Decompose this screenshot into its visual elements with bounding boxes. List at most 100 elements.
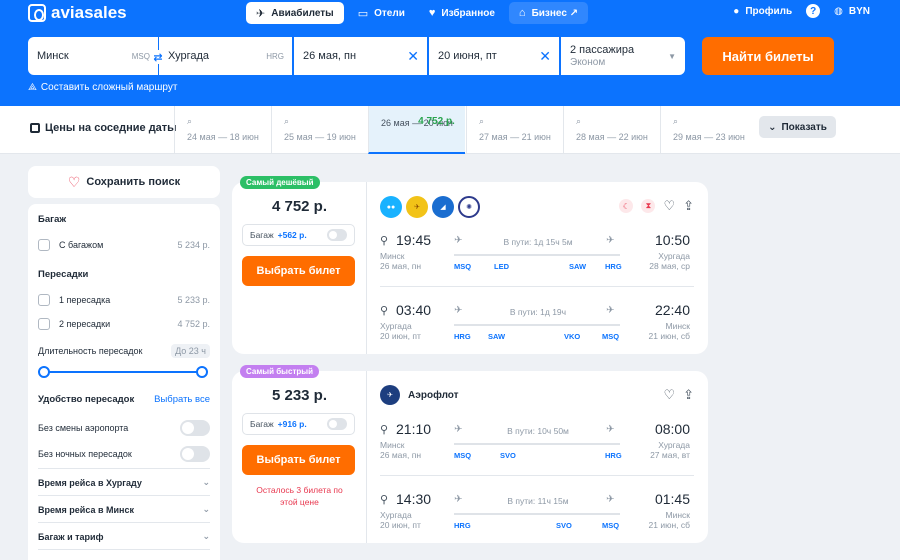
duration-value: До 23 ч bbox=[171, 344, 210, 358]
return-date-field[interactable]: 20 июня, пт ✕ bbox=[429, 37, 559, 75]
calendar-icon bbox=[30, 123, 40, 133]
save-search-button[interactable]: ♡ Сохранить поиск bbox=[28, 166, 220, 198]
chevron-down-icon: ⌄ bbox=[202, 531, 210, 541]
airline-logo: ✈ bbox=[406, 196, 428, 218]
filter-two-transfers[interactable]: 2 пересадки 4 752 р. bbox=[38, 318, 210, 330]
date-option-selected[interactable]: 4 752 р. 26 мая — 20 июн bbox=[368, 106, 465, 154]
aeroflot-logo: ✈ bbox=[380, 385, 400, 405]
ticket-card[interactable]: Самый быстрый 5 233 р. Багаж +916 р. Выб… bbox=[232, 365, 708, 543]
toggle-switch[interactable] bbox=[180, 446, 210, 462]
baggage-toggle[interactable] bbox=[327, 418, 347, 430]
date-option[interactable]: ⌕ 24 мая — 18 июн bbox=[174, 106, 271, 154]
filter-time-to[interactable]: Время рейса в Хургаду ⌄ bbox=[38, 477, 210, 488]
origin-code: MSQ bbox=[131, 52, 150, 61]
top-header: aviasales ✈ Авиабилеты ▭ Отели ♥ Избранн… bbox=[0, 0, 900, 106]
chevron-down-icon: ⌄ bbox=[768, 121, 777, 133]
filter-baggage-tariff[interactable]: Багаж и тариф ⌄ bbox=[38, 531, 210, 542]
plane-icon: ✈ bbox=[256, 7, 266, 20]
ticket-price: 4 752 р. bbox=[271, 198, 328, 215]
divider bbox=[38, 468, 210, 469]
tab-flights[interactable]: ✈ Авиабилеты bbox=[246, 2, 344, 24]
date-option[interactable]: ⌕ 25 мая — 19 июн bbox=[271, 106, 368, 154]
user-nav: ● Профиль ? ◍ BYN bbox=[733, 4, 870, 18]
share-icon[interactable]: ⇪ bbox=[683, 198, 694, 214]
clear-depart-icon[interactable]: ✕ bbox=[407, 48, 419, 65]
takeoff-icon: ✈ bbox=[454, 424, 463, 435]
route-line bbox=[454, 254, 620, 256]
favorite-heart-icon[interactable]: ♡ bbox=[663, 198, 675, 214]
baggage-option[interactable]: Багаж +916 р. bbox=[242, 413, 355, 435]
show-dates-button[interactable]: ⌄ Показать bbox=[759, 116, 836, 138]
airline-logos: ●● ✈ ◢ ✺ bbox=[380, 196, 480, 218]
filter-time-back[interactable]: Время рейса в Минск ⌄ bbox=[38, 504, 210, 515]
duration-slider[interactable] bbox=[38, 366, 208, 378]
pin-icon: ⚲ bbox=[380, 305, 389, 317]
search-icon: ⌕ bbox=[673, 116, 679, 126]
passengers-field[interactable]: 2 пассажира Эконом ▼ bbox=[561, 37, 685, 75]
takeoff-icon: ✈ bbox=[454, 494, 463, 505]
tab-favorites[interactable]: ♥ Избранное bbox=[419, 2, 505, 24]
profile-link[interactable]: ● Профиль bbox=[733, 6, 792, 17]
select-ticket-button[interactable]: Выбрать билет bbox=[242, 256, 355, 286]
seat-icon: ⌂ bbox=[518, 7, 526, 19]
filter-one-transfer[interactable]: 1 пересадка 5 233 р. bbox=[38, 294, 210, 306]
airline-name: Аэрофлот bbox=[408, 389, 459, 401]
complex-route-link[interactable]: ⟁ Составить сложный маршрут bbox=[28, 82, 177, 93]
takeoff-icon: ✈ bbox=[454, 305, 463, 316]
help-icon: ? bbox=[806, 4, 821, 18]
divider bbox=[38, 549, 210, 550]
baggage-toggle[interactable] bbox=[327, 229, 347, 241]
clear-return-icon[interactable]: ✕ bbox=[539, 48, 551, 65]
checkbox[interactable] bbox=[38, 294, 50, 306]
swap-icon[interactable]: ⇄ bbox=[151, 50, 165, 64]
filter-no-night[interactable]: Без ночных пересадок bbox=[38, 446, 210, 462]
favorite-heart-icon[interactable]: ♡ bbox=[663, 387, 675, 403]
bed-icon: ▭ bbox=[357, 7, 369, 20]
ticket-actions: ♡ ⇪ bbox=[663, 387, 694, 403]
airline-logo: ◢ bbox=[432, 196, 454, 218]
logo[interactable]: aviasales bbox=[28, 3, 127, 23]
share-icon[interactable]: ⇪ bbox=[683, 387, 694, 403]
route-line bbox=[454, 513, 620, 515]
airport-codes: MSQ SVO HRG bbox=[454, 451, 622, 460]
select-ticket-button[interactable]: Выбрать билет bbox=[242, 445, 355, 475]
date-option[interactable]: ⌕ 29 мая — 23 июн bbox=[660, 106, 757, 154]
help-button[interactable]: ? bbox=[806, 4, 821, 18]
search-icon: ⌕ bbox=[187, 116, 193, 126]
filter-with-baggage[interactable]: С багажом 5 234 р. bbox=[38, 239, 210, 251]
baggage-option[interactable]: Багаж +562 р. bbox=[242, 224, 355, 246]
tab-hotels[interactable]: ▭ Отели bbox=[348, 2, 415, 24]
depart-date-field[interactable]: 26 мая, пн ✕ bbox=[294, 37, 427, 75]
route-line bbox=[454, 324, 620, 326]
ticket-price-column: Самый быстрый 5 233 р. Багаж +916 р. Выб… bbox=[232, 365, 367, 543]
destination-field[interactable]: Хургада HRG bbox=[159, 37, 292, 75]
pin-icon: ⚲ bbox=[380, 494, 389, 506]
landing-icon: ✈ bbox=[606, 235, 615, 246]
tab-business[interactable]: ⌂ Бизнес ↗ bbox=[508, 2, 589, 24]
slider-handle-min[interactable] bbox=[38, 366, 50, 378]
search-icon: ⌕ bbox=[576, 116, 582, 126]
airline-logo: ●● bbox=[380, 196, 402, 218]
ticket-card[interactable]: Самый дешёвый 4 752 р. Багаж +562 р. Выб… bbox=[232, 176, 708, 354]
landing-icon: ✈ bbox=[606, 305, 615, 316]
airport-codes: MSQ LED SAW HRG bbox=[454, 262, 622, 271]
select-all-link[interactable]: Выбрать все bbox=[154, 394, 210, 405]
find-tickets-button[interactable]: Найти билеты bbox=[702, 37, 834, 75]
checkbox[interactable] bbox=[38, 318, 50, 330]
date-option[interactable]: ⌕ 27 мая — 21 июн bbox=[466, 106, 563, 154]
filter-no-airport-change[interactable]: Без смены аэропорта bbox=[38, 420, 210, 436]
ticket-price: 5 233 р. bbox=[271, 387, 328, 404]
origin-field[interactable]: Минск MSQ bbox=[28, 37, 158, 75]
chevron-down-icon: ⌄ bbox=[202, 477, 210, 487]
checkbox[interactable] bbox=[38, 239, 50, 251]
heart-icon: ♥ bbox=[428, 7, 436, 19]
user-icon: ● bbox=[733, 5, 740, 17]
ticket-actions: ☾ ⧗ ♡ ⇪ bbox=[619, 198, 694, 214]
currency-selector[interactable]: ◍ BYN bbox=[834, 6, 870, 17]
slider-handle-max[interactable] bbox=[196, 366, 208, 378]
landing-icon: ✈ bbox=[606, 424, 615, 435]
filters-panel: Багаж С багажом 5 234 р. Пересадки 1 пер… bbox=[28, 204, 220, 560]
chevron-down-icon: ⌄ bbox=[202, 504, 210, 514]
toggle-switch[interactable] bbox=[180, 420, 210, 436]
date-option[interactable]: ⌕ 28 мая — 22 июн bbox=[563, 106, 660, 154]
